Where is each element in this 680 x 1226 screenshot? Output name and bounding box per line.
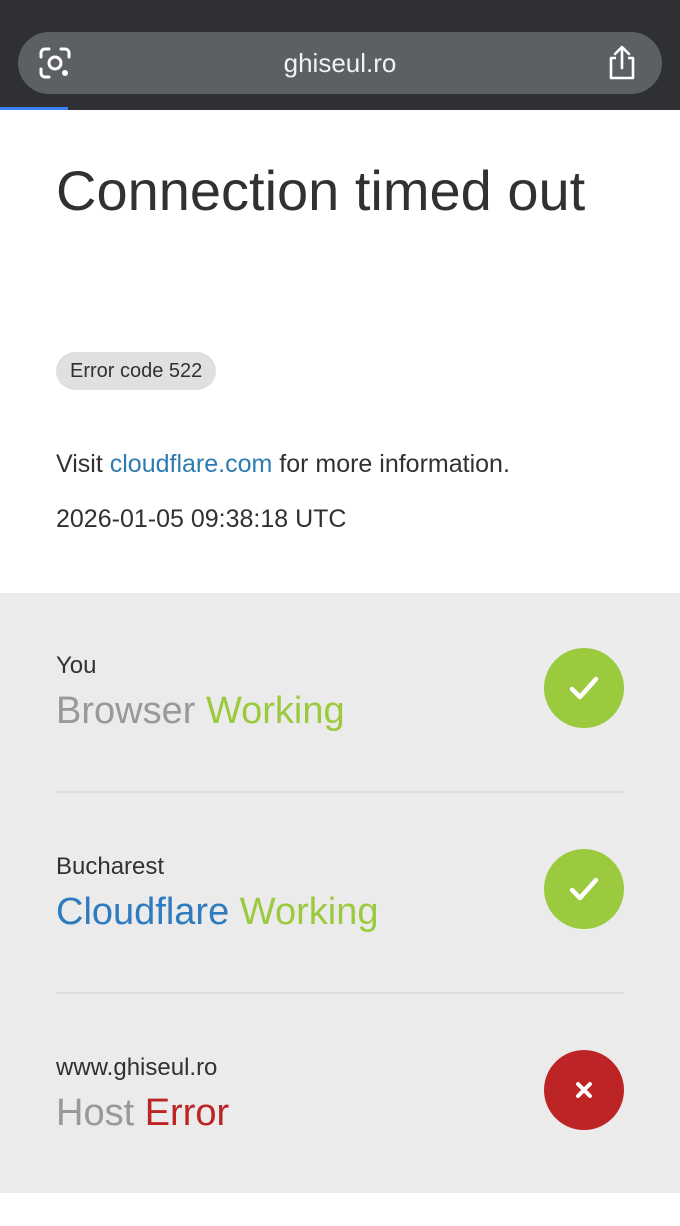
address-bar[interactable]: ghiseul.ro	[18, 32, 662, 94]
status-label: Cloudflare Working	[56, 891, 378, 934]
status-name: Host	[56, 1092, 135, 1134]
page-title: Connection timed out	[56, 159, 586, 222]
visit-suffix: for more information.	[272, 450, 510, 478]
close-icon	[544, 1050, 624, 1130]
status-state: Error	[144, 1092, 230, 1134]
divider	[56, 992, 624, 994]
check-icon	[544, 648, 624, 728]
status-location: www.ghiseul.ro	[56, 1054, 218, 1081]
check-icon	[544, 849, 624, 929]
visit-prefix: Visit	[56, 450, 110, 478]
status-name: Cloudflare	[56, 891, 230, 933]
cloudflare-link[interactable]: cloudflare.com	[110, 450, 273, 478]
status-row-browser: You Browser Working	[56, 648, 624, 802]
status-location: Bucharest	[56, 853, 165, 880]
browser-toolbar: ghiseul.ro	[0, 0, 680, 110]
status-state: Working	[205, 690, 345, 732]
error-timestamp: 2026-01-05 09:38:18 UTC	[56, 505, 347, 533]
status-row-cloudflare: Bucharest Cloudflare Working	[56, 849, 624, 1003]
divider	[56, 791, 624, 793]
status-label: Browser Working	[56, 690, 345, 733]
more-info-text: Visit cloudflare.com for more informatio…	[56, 450, 510, 479]
status-label: Host Error	[56, 1092, 229, 1135]
share-icon[interactable]	[604, 44, 640, 82]
status-row-host: www.ghiseul.ro Host Error	[56, 1050, 624, 1204]
status-state: Working	[239, 891, 379, 933]
error-code-badge: Error code 522	[56, 352, 217, 390]
status-name: Browser	[56, 690, 196, 732]
page-bottom	[0, 1193, 680, 1226]
google-lens-icon[interactable]	[38, 46, 72, 80]
status-location: You	[56, 652, 97, 679]
url-text[interactable]: ghiseul.ro	[18, 32, 662, 94]
